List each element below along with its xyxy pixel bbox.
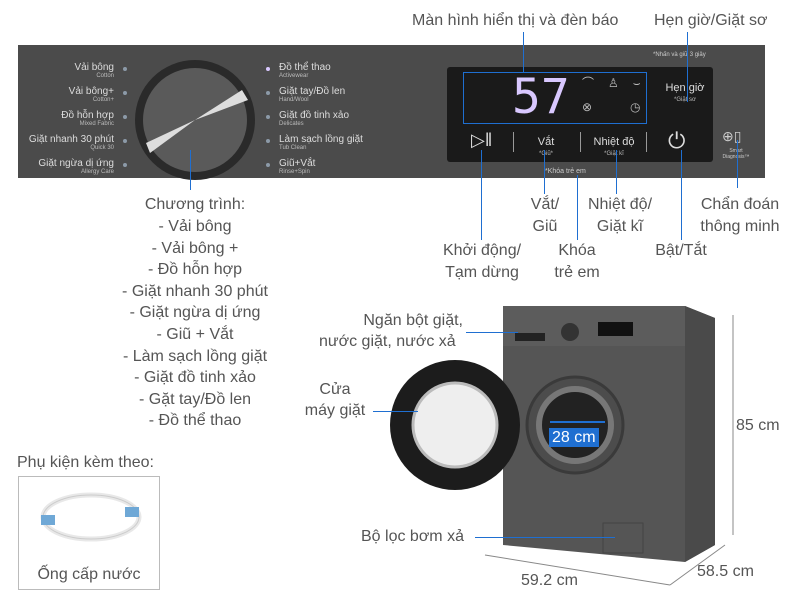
accessory-box: Ống cấp nước: [18, 476, 160, 590]
drawer-callout: Ngăn bột giặt,: [363, 312, 463, 329]
program-label[interactable]: Đồ thể thao Activewear: [279, 62, 331, 80]
accessory-label: Ống cấp nước: [37, 566, 141, 583]
program-list-item: - Đồ thể thao: [148, 412, 242, 430]
timer-callout: Hẹn giờ/Giặt sơ: [654, 12, 768, 29]
program-indicator: [266, 67, 270, 71]
hold-note: *Nhấn và giữ 3 giây: [653, 52, 706, 58]
program-label[interactable]: Giặt nhanh 30 phút Quick 30: [29, 134, 114, 152]
program-label[interactable]: Đồ hỗn hợp Mixed Fabric: [61, 110, 114, 128]
temp-sub: *Giặt kĩ: [604, 151, 624, 157]
smart-diagnosis-label: Smart Diagnosis™: [722, 148, 750, 160]
program-label[interactable]: Giũ+Vắt Rinse+Spin: [279, 158, 315, 176]
program-label[interactable]: Vải bông Cotton: [75, 62, 114, 80]
program-label[interactable]: Giặt ngừa dị ứng Allergy Care: [38, 158, 114, 176]
program-list-item: - Giặt đồ tinh xảo: [134, 369, 256, 387]
temp-button[interactable]: Nhiệt độ *Giặt kĩ: [588, 136, 640, 160]
program-list-item: - Giặt nhanh 30 phút: [122, 282, 268, 300]
smart-diagnosis-icon: ⊕▯: [722, 128, 742, 144]
spin-button[interactable]: Vắt *Giũ*: [526, 136, 566, 160]
start-callout: Khởi động/Tạm dừng: [442, 242, 522, 281]
lock-icon: ⊗: [582, 100, 593, 114]
power-icon[interactable]: ⏻: [668, 128, 685, 154]
program-list-item: - Gặt tay/Đồ len: [138, 390, 252, 408]
power-callout: Bật/Tắt: [655, 242, 707, 259]
program-label[interactable]: Làm sạch lồng giặt Tub Clean: [279, 134, 363, 152]
program-indicator: [123, 91, 127, 95]
temp-callout: Nhiệt độ/Giặt kĩ: [587, 196, 653, 235]
program-indicator: [123, 163, 127, 167]
depth-label: 58.5 cm: [697, 563, 754, 580]
program-list-item: - Làm sạch lồng giặt: [122, 347, 268, 365]
program-list-item: - Đồ hỗn hợp: [147, 261, 243, 279]
spin-label: Vắt: [537, 136, 555, 148]
drawer-callout-2: nước giặt, nước xả: [319, 333, 456, 350]
child-lock-label: *Khóa trẻ em: [545, 168, 586, 175]
spin-sub: *Giũ*: [538, 151, 553, 157]
drum-diameter-label: 28 cm: [549, 428, 599, 447]
play-pause-icon[interactable]: ▷‖: [471, 130, 492, 151]
program-indicator: [123, 115, 127, 119]
program-indicator: [123, 139, 127, 143]
program-indicator: [123, 67, 127, 71]
program-label[interactable]: Giặt tay/Đồ len Hand/Wool: [279, 86, 345, 104]
display-callout: Màn hình hiển thị và đèn báo: [412, 12, 619, 29]
program-label[interactable]: Vải bông+ Cotton+: [69, 86, 114, 104]
program-indicator: [266, 163, 270, 167]
temp-label: Nhiệt độ: [593, 136, 635, 148]
program-list-item: - Giặt ngừa dị ứng: [129, 304, 261, 322]
status-icons: ⌒♙⌣: [582, 76, 655, 90]
clock-icon: ◷: [630, 100, 641, 114]
program-list-item: - Vải bông +: [151, 239, 239, 257]
height-label: 85 cm: [736, 417, 780, 434]
timer-sub: *Giặt sơ: [674, 97, 696, 103]
program-list-item: - Vải bông: [158, 218, 232, 235]
display-digits: 57: [512, 69, 570, 125]
program-list-item: - Giũ + Vắt: [156, 325, 234, 343]
smart-callout: Chẩn đoán thông minh: [700, 196, 780, 235]
filter-callout: Bộ lọc bơm xả: [361, 528, 464, 545]
width-label: 59.2 cm: [521, 572, 578, 589]
programs-title: Chương trình:: [144, 196, 246, 213]
timer-button[interactable]: Hẹn giờ *Giặt sơ: [655, 82, 715, 106]
lock-callout: Khóa trẻ em: [554, 242, 600, 281]
timer-label: Hẹn giờ: [665, 82, 705, 94]
program-indicator: [266, 139, 270, 143]
accessories-title: Phụ kiện kèm theo:: [17, 454, 154, 471]
water-hose-image: [40, 492, 142, 542]
program-indicator: [266, 91, 270, 95]
spin-callout: Vắt/Giũ: [530, 196, 560, 235]
program-label[interactable]: Giặt đồ tinh xảo Delicates: [279, 110, 349, 128]
program-indicator: [266, 115, 270, 119]
program-dial[interactable]: [130, 55, 260, 180]
door-callout: Cửa máy giặt: [304, 381, 366, 419]
